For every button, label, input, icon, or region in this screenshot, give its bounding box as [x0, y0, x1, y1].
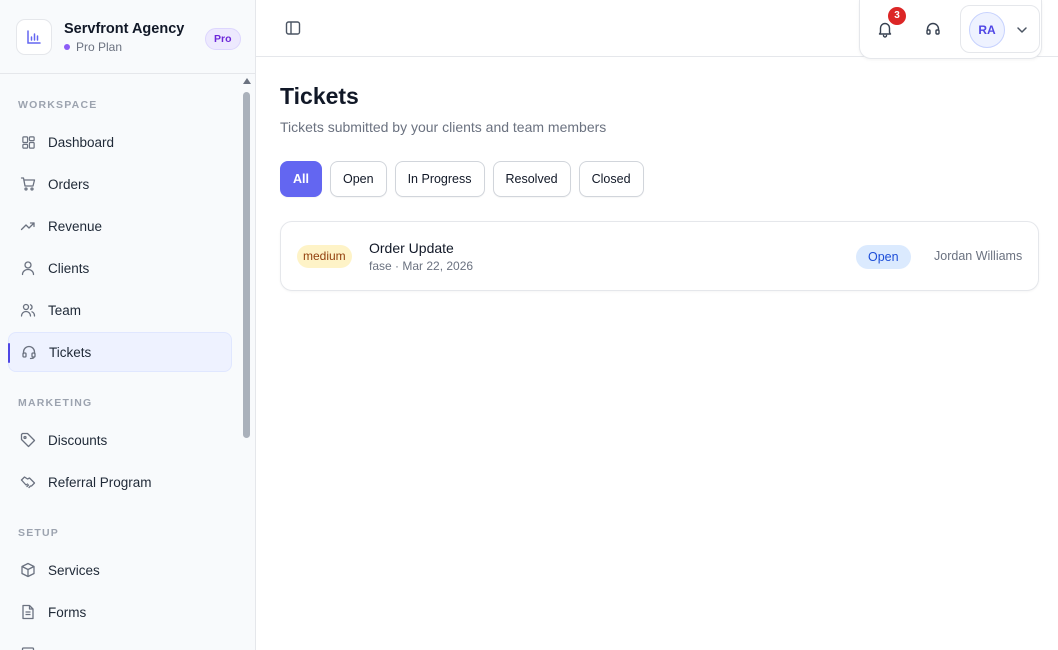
sidebar-item-discounts[interactable]: Discounts — [8, 420, 232, 460]
avatar: RA — [969, 12, 1005, 48]
page-subtitle: Tickets submitted by your clients and te… — [280, 119, 607, 135]
scroll-up-arrow[interactable] — [243, 78, 251, 84]
section-label-setup: SETUP — [18, 527, 60, 539]
tag-icon — [20, 432, 36, 448]
ticket-title: Order Update — [369, 240, 454, 256]
priority-badge: medium — [297, 245, 352, 268]
topbar: 3 RA — [256, 0, 1058, 59]
brand-logo-icon — [16, 18, 52, 55]
users-icon — [20, 302, 36, 318]
sidebar-item-partial[interactable] — [8, 634, 232, 650]
sidebar-scrollbar[interactable] — [243, 92, 250, 438]
user-menu[interactable]: RA — [960, 5, 1040, 53]
sidebar-item-forms[interactable]: Forms — [8, 592, 232, 632]
status-badge: Open — [856, 245, 911, 269]
sidebar-item-label: Orders — [48, 176, 90, 192]
brand-header[interactable]: Servfront Agency Pro Plan Pro — [0, 0, 255, 74]
sidebar-item-label: Revenue — [48, 218, 103, 234]
sidebar-item-label: Services — [48, 562, 100, 578]
sidebar-item-label: Clients — [48, 260, 90, 276]
brand-plan: Pro Plan — [76, 39, 123, 54]
filter-all-button[interactable]: All — [280, 161, 322, 197]
ticket-meta: fase · Mar 22, 2026 — [369, 259, 474, 273]
notification-count-badge: 3 — [886, 5, 908, 27]
filter-open-button[interactable]: Open — [329, 161, 387, 197]
sidebar-item-label: Discounts — [48, 432, 108, 448]
user-icon — [20, 260, 36, 276]
sidebar-toggle-icon[interactable] — [284, 19, 302, 37]
sidebar-item-clients[interactable]: Clients — [8, 248, 232, 288]
sidebar-item-label: Tickets — [49, 344, 92, 360]
ticket-row[interactable]: medium Order Update fase · Mar 22, 2026 … — [280, 221, 1039, 291]
sidebar-item-services[interactable]: Services — [8, 550, 232, 590]
headset-icon[interactable] — [924, 20, 942, 38]
filter-closed-button[interactable]: Closed — [578, 161, 644, 197]
sidebar-item-label: Team — [48, 302, 82, 318]
sidebar: Servfront Agency Pro Plan Pro WORKSPACE … — [0, 0, 256, 650]
topbar-actions: 3 RA — [859, 0, 1042, 59]
page-title: Tickets — [280, 83, 359, 109]
section-label-marketing: MARKETING — [18, 397, 93, 409]
cart-icon — [20, 176, 36, 192]
sidebar-item-tickets[interactable]: Tickets — [8, 332, 232, 372]
section-label-workspace: WORKSPACE — [18, 99, 98, 111]
filter-in-progress-button[interactable]: In Progress — [394, 161, 485, 197]
plan-dot — [64, 43, 70, 50]
status-filters: All Open In Progress Resolved Closed — [280, 161, 644, 197]
headset-icon — [21, 344, 37, 360]
trending-up-icon — [20, 218, 36, 234]
sidebar-item-orders[interactable]: Orders — [8, 164, 232, 204]
sidebar-item-revenue[interactable]: Revenue — [8, 206, 232, 246]
file-icon — [20, 646, 36, 650]
sidebar-item-label: Forms — [48, 604, 87, 620]
grid-icon — [20, 134, 36, 150]
sidebar-item-team[interactable]: Team — [8, 290, 232, 330]
pro-badge: Pro — [205, 28, 241, 50]
handshake-icon — [20, 474, 36, 490]
sidebar-item-dashboard[interactable]: Dashboard — [8, 122, 232, 162]
ticket-assignee: Jordan Williams — [934, 249, 1023, 263]
sidebar-item-label: Dashboard — [48, 134, 115, 150]
brand-name: Servfront Agency — [64, 20, 185, 37]
box-icon — [20, 562, 36, 578]
sidebar-item-referral-program[interactable]: Referral Program — [8, 462, 232, 502]
sidebar-item-label: Referral Program — [48, 474, 152, 490]
chevron-down-icon — [1015, 23, 1029, 37]
file-icon — [20, 604, 36, 620]
filter-resolved-button[interactable]: Resolved — [492, 161, 571, 197]
